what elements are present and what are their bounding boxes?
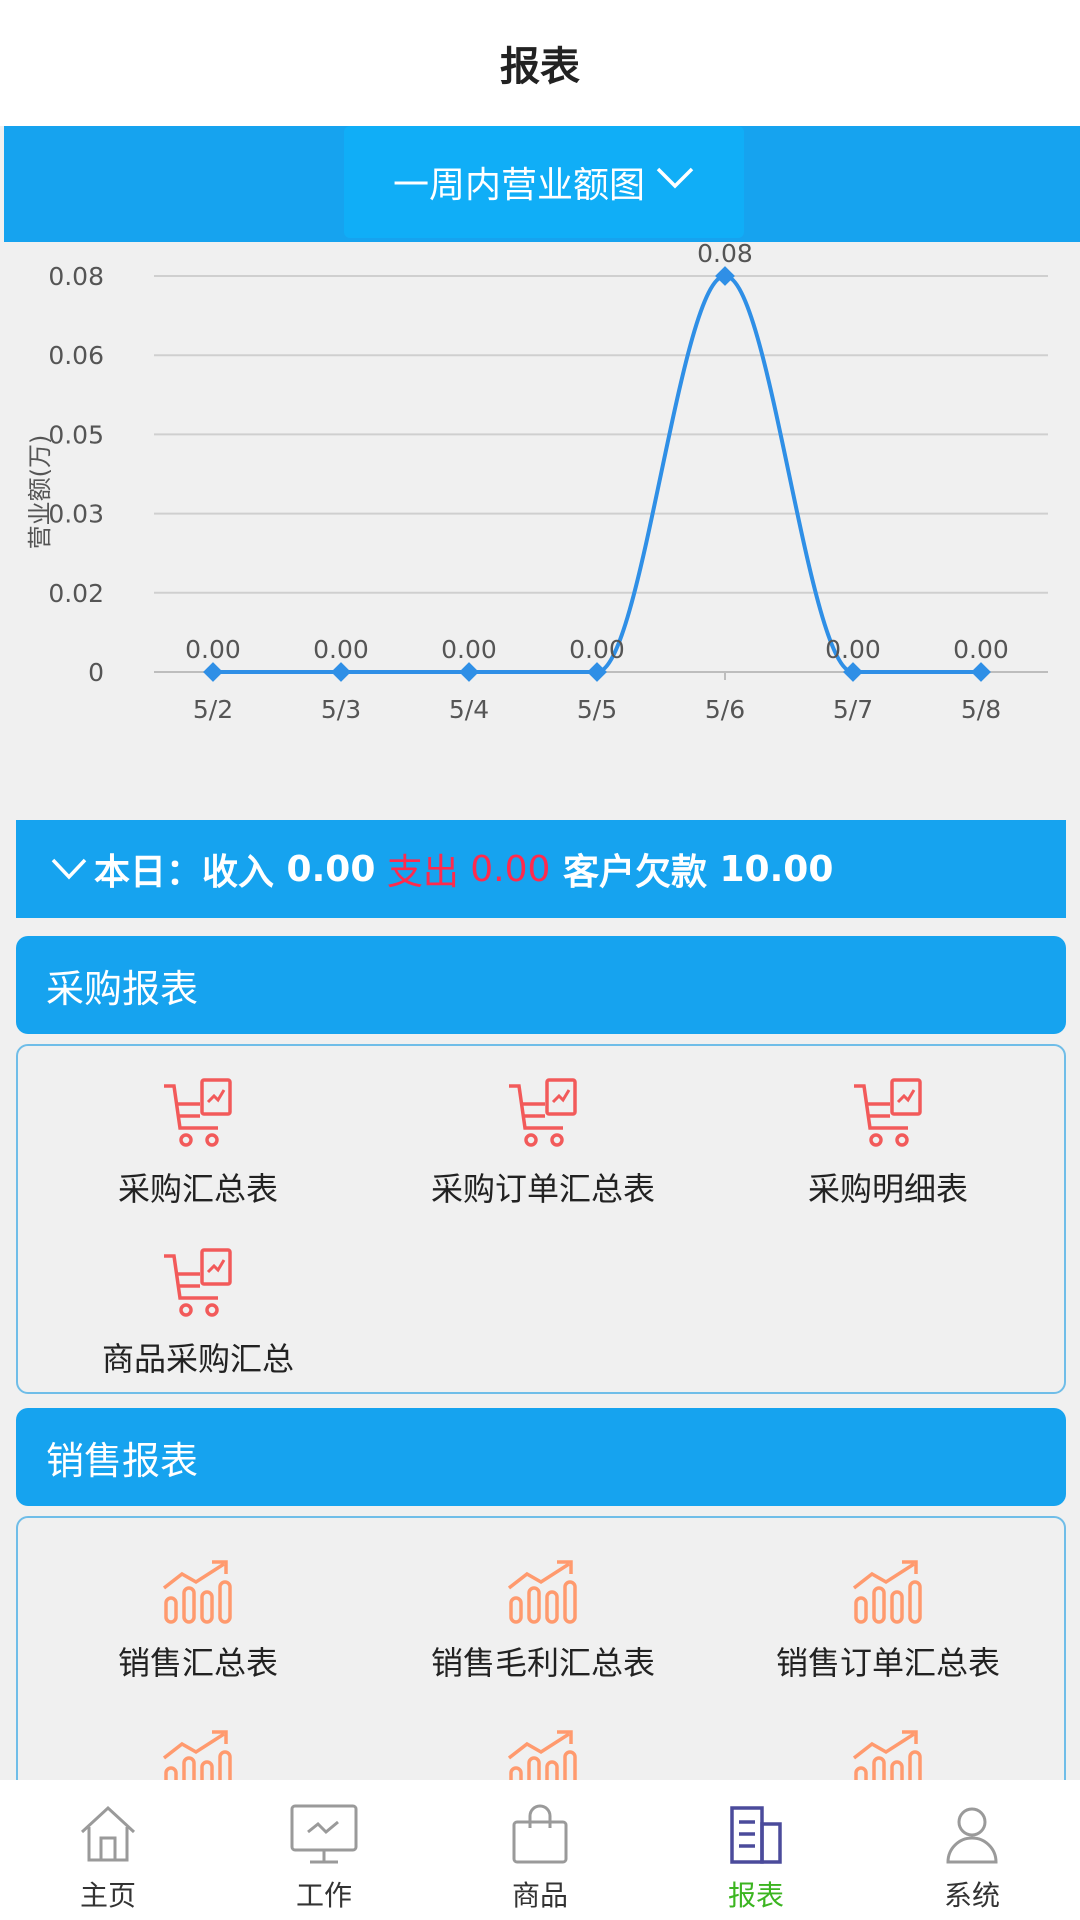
reports-page: 报表 一周内营业额图 0 0.02 0.03 0.05 0.06 0.08 5/2 5/3 5… [0,0,1080,1920]
revenue-line-chart: 0 0.02 0.03 0.05 0.06 0.08 5/2 5/3 5/4 5/5 5/6 5/7… [4,242,1048,734]
page-title: 报表 [500,44,580,90]
nav-label: 商品 [511,1879,568,1912]
purchase-section-header: 采购报表 [16,936,1066,1034]
bar-chart-growth-icon [160,1558,236,1630]
shopping-cart-report-icon [850,1076,926,1156]
shopping-cart-report-icon [160,1246,236,1326]
data-label: 0.00 [185,635,241,664]
summary-income-label: 本日：收入 [94,852,287,893]
nav-label: 主页 [79,1879,136,1912]
nav-label: 系统 [943,1879,1000,1912]
chart-type-dropdown[interactable]: 一周内营业额图 [344,126,744,238]
report-item-label: 销售汇总表 [117,1644,278,1682]
sales-section-header: 销售报表 [16,1408,1066,1506]
report-item-product-purchase-summary[interactable]: 商品采购汇总 [28,1246,368,1396]
nav-label: 工作 [295,1879,352,1912]
report-item-label: 采购订单汇总表 [430,1170,655,1208]
report-document-icon [730,1806,782,1864]
bar-chart-growth-icon [850,1558,926,1630]
x-tick-label: 5/5 [577,695,617,724]
report-item-purchase-detail[interactable]: 采购明细表 [718,1076,1058,1226]
shopping-bag-icon [512,1804,568,1864]
data-label: 0.00 [313,635,369,664]
user-icon [946,1807,998,1864]
x-tick-label: 5/4 [449,695,489,724]
home-icon [80,1805,136,1862]
y-axis-label: 营业额(万) [26,435,54,550]
chevron-down-icon [655,159,695,200]
report-item-label: 销售毛利汇总表 [430,1644,655,1682]
y-tick-label: 0.03 [48,500,104,529]
data-label: 0.00 [441,635,497,664]
nav-item-work[interactable]: 工作 [216,1780,432,1920]
nav-item-system[interactable]: 系统 [864,1780,1080,1920]
data-label: 0.08 [697,242,753,268]
report-item-label: 采购汇总表 [117,1170,278,1208]
x-tick-label: 5/7 [833,695,873,724]
report-item-label: 采购明细表 [807,1170,968,1208]
purchase-section-panel: 采购汇总表 采购订单汇总表 采购明细表 商品采购汇总 [16,1044,1066,1394]
x-tick-label: 5/2 [193,695,233,724]
x-tick-label: 5/6 [705,695,745,724]
summary-debt-label: 客户欠款 [550,852,720,893]
summary-expense-value: 0.00 [470,848,551,890]
report-item-purchase-order-summary[interactable]: 采购订单汇总表 [373,1076,713,1226]
data-label: 0.00 [953,635,1009,664]
report-item-sales-summary[interactable]: 销售汇总表 [28,1558,368,1708]
nav-item-reports[interactable]: 报表 [648,1780,864,1920]
revenue-chart: 0 0.02 0.03 0.05 0.06 0.08 5/2 5/3 5/4 5/5 5/6 5/7… [4,242,1048,734]
report-item-sales-gross-profit[interactable]: 销售毛利汇总表 [373,1558,713,1708]
report-item-label: 商品采购汇总 [101,1340,294,1378]
summary-debt-value: 10.00 [719,848,834,890]
data-label: 0.00 [825,635,881,664]
daily-summary-bar[interactable]: 本日：收入 0.00 支出 0.00 客户欠款 10.00 [16,820,1066,918]
x-tick-label: 5/8 [961,695,1001,724]
chart-type-label: 一周内营业额图 [392,165,645,206]
y-tick-label: 0.02 [48,579,104,608]
monitor-icon [290,1804,358,1864]
bar-chart-growth-icon [505,1558,581,1630]
y-tick-label: 0 [88,658,104,687]
summary-expense-label: 支出 [375,852,471,893]
report-item-label: 销售订单汇总表 [775,1644,1000,1682]
report-item-sales-order-summary[interactable]: 销售订单汇总表 [718,1558,1058,1708]
y-tick-label: 0.08 [48,262,104,291]
chevron-down-icon [50,857,88,881]
summary-income-value: 0.00 [286,848,376,890]
nav-label: 报表 [727,1879,784,1912]
bottom-nav: 主页 工作 商品 报表 系统 [0,1780,1080,1920]
y-tick-label: 0.05 [48,420,104,449]
shopping-cart-report-icon [505,1076,581,1156]
shopping-cart-report-icon [160,1076,236,1156]
data-label: 0.00 [569,635,625,664]
report-item-purchase-summary[interactable]: 采购汇总表 [28,1076,368,1226]
purchase-section-title: 采购报表 [46,966,199,1011]
chart-selector-bar: 一周内营业额图 [4,126,1080,242]
sales-section-title: 销售报表 [46,1438,199,1483]
x-tick-label: 5/3 [321,695,361,724]
nav-item-home[interactable]: 主页 [0,1780,216,1920]
app-header: 报表 [0,0,1080,126]
nav-item-products[interactable]: 商品 [432,1780,648,1920]
y-tick-label: 0.06 [48,341,104,370]
